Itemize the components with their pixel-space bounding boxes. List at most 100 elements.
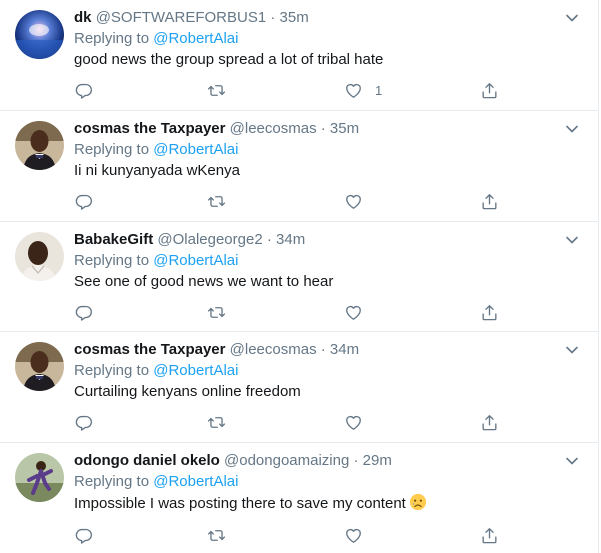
tweet-actions [74,525,504,545]
crying-face-icon [409,493,426,511]
replying-label: Replying to [74,362,150,379]
avatar[interactable] [15,342,64,391]
tweet[interactable]: cosmas the Taxpayer @leecosmas · 34m Rep… [0,332,598,443]
chevron-down-icon[interactable] [564,342,580,358]
tweet-text: Ii ni kunyanyada wKenya [74,162,240,179]
share-button[interactable] [480,412,499,432]
reply-icon [75,83,93,99]
retweet-icon [207,306,226,318]
chevron-down-icon[interactable] [564,232,580,248]
chevron-down-icon[interactable] [564,10,580,26]
like-count: 1 [375,82,383,98]
chevron-down-icon[interactable] [564,121,580,137]
timestamp[interactable]: 29m [363,452,392,469]
mention-link[interactable]: @RobertAlai [153,473,238,490]
tweet[interactable]: cosmas the Taxpayer @leecosmas · 35m Rep… [0,111,598,222]
separator-dot: · [266,231,272,248]
tweet-actions [74,302,504,322]
display-name[interactable]: BabakeGift [74,231,153,248]
chevron-down-icon[interactable] [564,453,580,469]
reply-button[interactable] [74,80,93,100]
replying-label: Replying to [74,473,150,490]
like-button[interactable] [344,412,363,432]
retweet-button[interactable] [207,412,226,432]
user-handle[interactable]: @SOFTWAREFORBUS1 [96,9,267,26]
heart-icon [346,83,361,98]
like-button[interactable] [344,191,363,211]
tweet-text: Curtailing kenyans online freedom [74,383,301,400]
mention-link[interactable]: @RobertAlai [153,141,238,158]
retweet-icon [207,416,226,428]
tweet-text: Impossible I was posting there to save m… [74,493,583,514]
user-handle[interactable]: @odongoamaizing [224,452,349,469]
reply-icon [75,305,93,321]
replying-label: Replying to [74,30,150,47]
share-icon [482,414,497,430]
reply-button[interactable] [74,525,93,545]
mention-link[interactable]: @RobertAlai [153,362,238,379]
separator-dot: · [270,9,276,26]
replying-to-line: Replying to @RobertAlai [74,251,583,271]
tweet-actions [74,191,504,211]
share-button[interactable] [480,302,499,322]
user-handle[interactable]: @Olalegeorge2 [157,231,262,248]
share-button[interactable] [480,191,499,211]
replying-to-line: Replying to @RobertAlai [74,140,583,160]
tweet[interactable]: dk @SOFTWAREFORBUS1 · 35m Replying to @R… [0,0,598,111]
replying-to-line: Replying to @RobertAlai [74,361,583,381]
display-name[interactable]: cosmas the Taxpayer [74,120,225,137]
reply-button[interactable] [74,191,93,211]
separator-dot: · [320,341,326,358]
display-name[interactable]: odongo daniel okelo [74,452,220,469]
heart-icon [346,194,361,209]
mention-link[interactable]: @RobertAlai [153,30,238,47]
retweet-button[interactable] [207,302,226,322]
replying-label: Replying to [74,141,150,158]
avatar[interactable] [15,10,64,59]
avatar[interactable] [15,453,64,502]
retweet-button[interactable] [207,191,226,211]
reply-button[interactable] [74,412,93,432]
replying-to-line: Replying to @RobertAlai [74,472,583,492]
reply-button[interactable] [74,302,93,322]
share-icon [482,193,497,209]
timestamp[interactable]: 34m [276,231,305,248]
reply-icon [75,415,93,431]
avatar[interactable] [15,121,64,170]
display-name[interactable]: cosmas the Taxpayer [74,341,225,358]
heart-icon [346,528,361,543]
tweet-text: See one of good news we want to hear [74,273,334,290]
like-button[interactable]: 1 [344,80,382,100]
retweet-icon [207,195,226,207]
heart-icon [346,415,361,430]
tweet[interactable]: odongo daniel okelo @odongoamaizing · 29… [0,443,598,553]
like-button[interactable] [344,302,363,322]
timestamp[interactable]: 35m [330,120,359,137]
share-icon [482,527,497,543]
share-icon [482,82,497,98]
tweet[interactable]: BabakeGift @Olalegeorge2 · 34m Replying … [0,222,598,332]
share-button[interactable] [480,80,499,100]
tweet-actions: 1 [74,80,504,100]
share-icon [482,304,497,320]
retweet-button[interactable] [207,525,226,545]
retweet-button[interactable] [207,80,226,100]
tweet-text: good news the group spread a lot of trib… [74,51,384,68]
retweet-icon [207,529,226,541]
like-button[interactable] [344,525,363,545]
user-handle[interactable]: @leecosmas [230,120,317,137]
avatar[interactable] [15,232,64,281]
user-handle[interactable]: @leecosmas [230,341,317,358]
replying-to-line: Replying to @RobertAlai [74,29,583,49]
timestamp[interactable]: 35m [280,9,309,26]
mention-link[interactable]: @RobertAlai [153,252,238,269]
share-button[interactable] [480,525,499,545]
separator-dot: · [353,452,359,469]
reply-feed: dk @SOFTWAREFORBUS1 · 35m Replying to @R… [0,0,599,553]
display-name[interactable]: dk [74,9,92,26]
timestamp[interactable]: 34m [330,341,359,358]
heart-icon [346,305,361,320]
reply-icon [75,528,93,544]
replying-label: Replying to [74,252,150,269]
retweet-icon [207,84,226,96]
